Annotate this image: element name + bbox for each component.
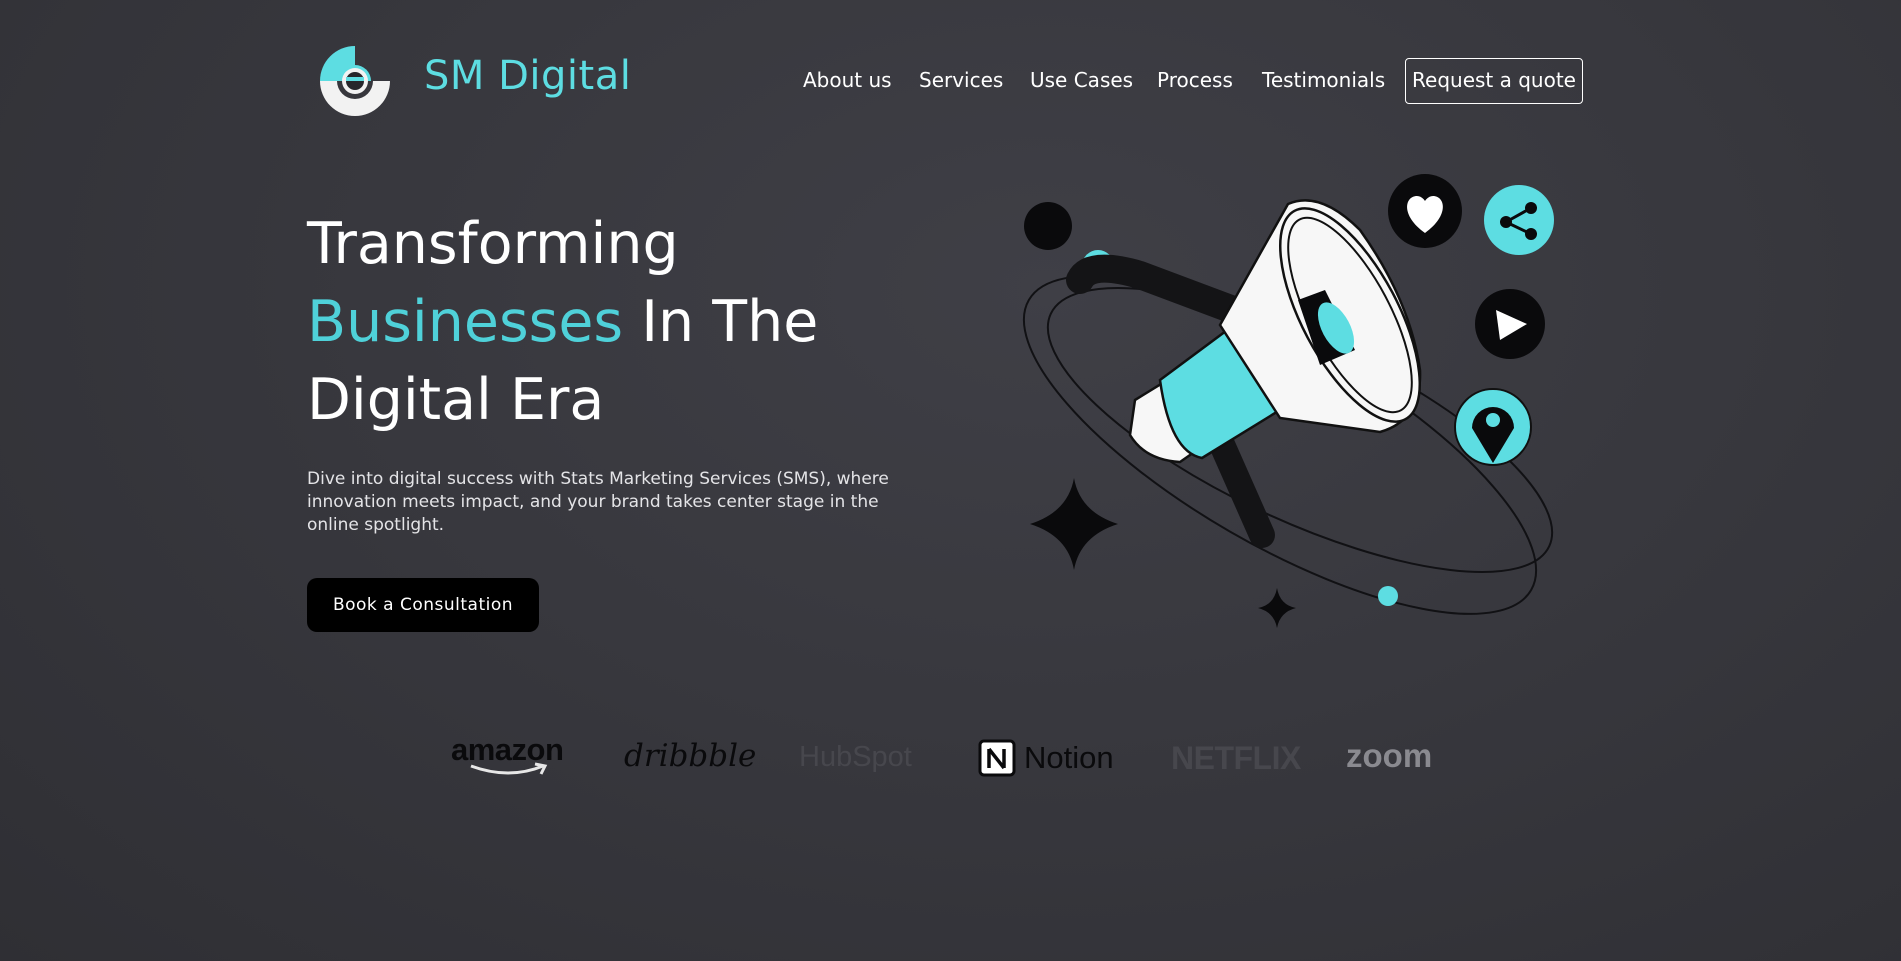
- netflix-logo: NETFLIX: [1171, 730, 1301, 790]
- sparkle-small-icon: [1258, 588, 1296, 628]
- book-consultation-button[interactable]: Book a Consultation: [307, 578, 539, 632]
- hero-title: Transforming Businesses In The Digital E…: [307, 205, 947, 439]
- hero-title-line1: Transforming: [307, 211, 679, 277]
- brand-name[interactable]: SM Digital: [424, 50, 631, 102]
- hubspot-logo: HubSpot: [799, 730, 939, 790]
- site-header: SM Digital About us Services Use Cases P…: [0, 0, 1901, 160]
- dark-dot: [1024, 202, 1072, 250]
- teal-dot-small: [1378, 586, 1398, 606]
- sparkle-icon: [1030, 478, 1118, 570]
- notion-logo-text: Notion: [1024, 740, 1114, 775]
- notion-logo: Notion: [978, 730, 1128, 790]
- nav-about-us[interactable]: About us: [803, 66, 892, 94]
- brand-logo-icon[interactable]: [316, 42, 394, 120]
- netflix-logo-text: NETFLIX: [1171, 740, 1301, 776]
- dribbble-logo-text: dribbble: [624, 738, 757, 774]
- request-quote-button[interactable]: Request a quote: [1405, 58, 1583, 104]
- share-icon: [1484, 185, 1554, 255]
- heart-icon: [1388, 174, 1462, 248]
- notion-icon: [978, 739, 1016, 777]
- hero-title-line2-rest: In The: [623, 289, 819, 355]
- location-pin-icon: [1454, 388, 1532, 466]
- hero-title-accent: Businesses: [307, 289, 624, 355]
- nav-services[interactable]: Services: [919, 66, 1003, 94]
- play-icon: [1475, 289, 1545, 359]
- hero-description: Dive into digital success with Stats Mar…: [307, 469, 889, 535]
- nav-use-cases[interactable]: Use Cases: [1030, 66, 1133, 94]
- zoom-logo: zoom: [1346, 730, 1466, 790]
- dribbble-logo: dribbble: [624, 730, 757, 790]
- amazon-logo: amazon: [451, 730, 581, 790]
- nav-process[interactable]: Process: [1157, 66, 1233, 94]
- nav-testimonials[interactable]: Testimonials: [1262, 66, 1385, 94]
- partner-logos: amazon dribbble HubSpot Notion NETFLIX z…: [0, 730, 1901, 790]
- zoom-logo-text: zoom: [1346, 737, 1433, 774]
- megaphone-illustration: [1022, 174, 1554, 628]
- hubspot-logo-text: HubSpot: [799, 741, 912, 773]
- hero-title-line3: Digital Era: [307, 367, 605, 433]
